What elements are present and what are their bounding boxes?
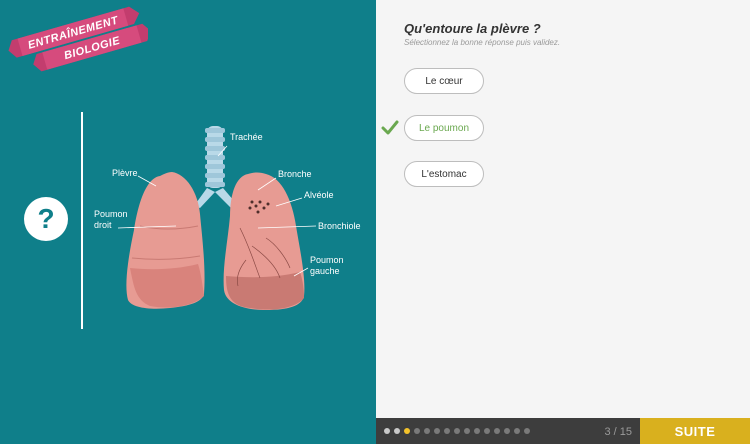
progress-dot [474, 428, 480, 434]
progress-dot [504, 428, 510, 434]
progress-dot [444, 428, 450, 434]
progress-footer: 3 / 15 [376, 418, 640, 444]
page-counter: 3 / 15 [604, 426, 632, 438]
label-poumon-gauche-2: gauche [310, 266, 340, 276]
next-button[interactable]: SUITE [640, 418, 750, 444]
progress-dot [424, 428, 430, 434]
label-poumon-gauche-1: Poumon [310, 255, 344, 265]
help-button[interactable]: ? [24, 197, 68, 241]
progress-dots [384, 428, 530, 434]
question-mark-icon: ? [37, 203, 55, 234]
label-poumon-droit-1: Poumon [94, 209, 128, 219]
question-instruction: Sélectionnez la bonne réponse puis valid… [404, 38, 561, 47]
progress-dot [514, 428, 520, 434]
progress-dot [524, 428, 530, 434]
question-title: Qu'entoure la plèvre ? [404, 21, 541, 36]
progress-dot [404, 428, 410, 434]
progress-dot [494, 428, 500, 434]
answer-option-3[interactable]: L'estomac [404, 161, 484, 187]
left-lung [223, 172, 305, 310]
label-poumon-droit-2: droit [94, 220, 112, 230]
category-banner: ENTRAÎNEMENT BIOLOGIE [8, 6, 148, 72]
illustration-panel: ENTRAÎNEMENT BIOLOGIE ? Trachée Plèvre B… [0, 0, 376, 444]
progress-dot [454, 428, 460, 434]
answer-option-2[interactable]: Le poumon [404, 115, 484, 141]
answer-option-1[interactable]: Le cœur [404, 68, 484, 94]
progress-dot [414, 428, 420, 434]
question-panel [376, 0, 750, 418]
checkmark-icon [381, 120, 399, 135]
right-lung [126, 172, 205, 309]
progress-dot [384, 428, 390, 434]
progress-dot [394, 428, 400, 434]
label-plevre: Plèvre [112, 168, 138, 178]
lungs-diagram: Trachée Plèvre Bronche Alvéole Poumon dr… [94, 126, 361, 310]
divider-line [81, 112, 83, 329]
progress-dot [434, 428, 440, 434]
label-alveole: Alvéole [304, 190, 334, 200]
label-trachee: Trachée [230, 132, 263, 142]
label-bronche: Bronche [278, 169, 312, 179]
label-bronchiole: Bronchiole [318, 221, 361, 231]
progress-dot [464, 428, 470, 434]
progress-dot [484, 428, 490, 434]
